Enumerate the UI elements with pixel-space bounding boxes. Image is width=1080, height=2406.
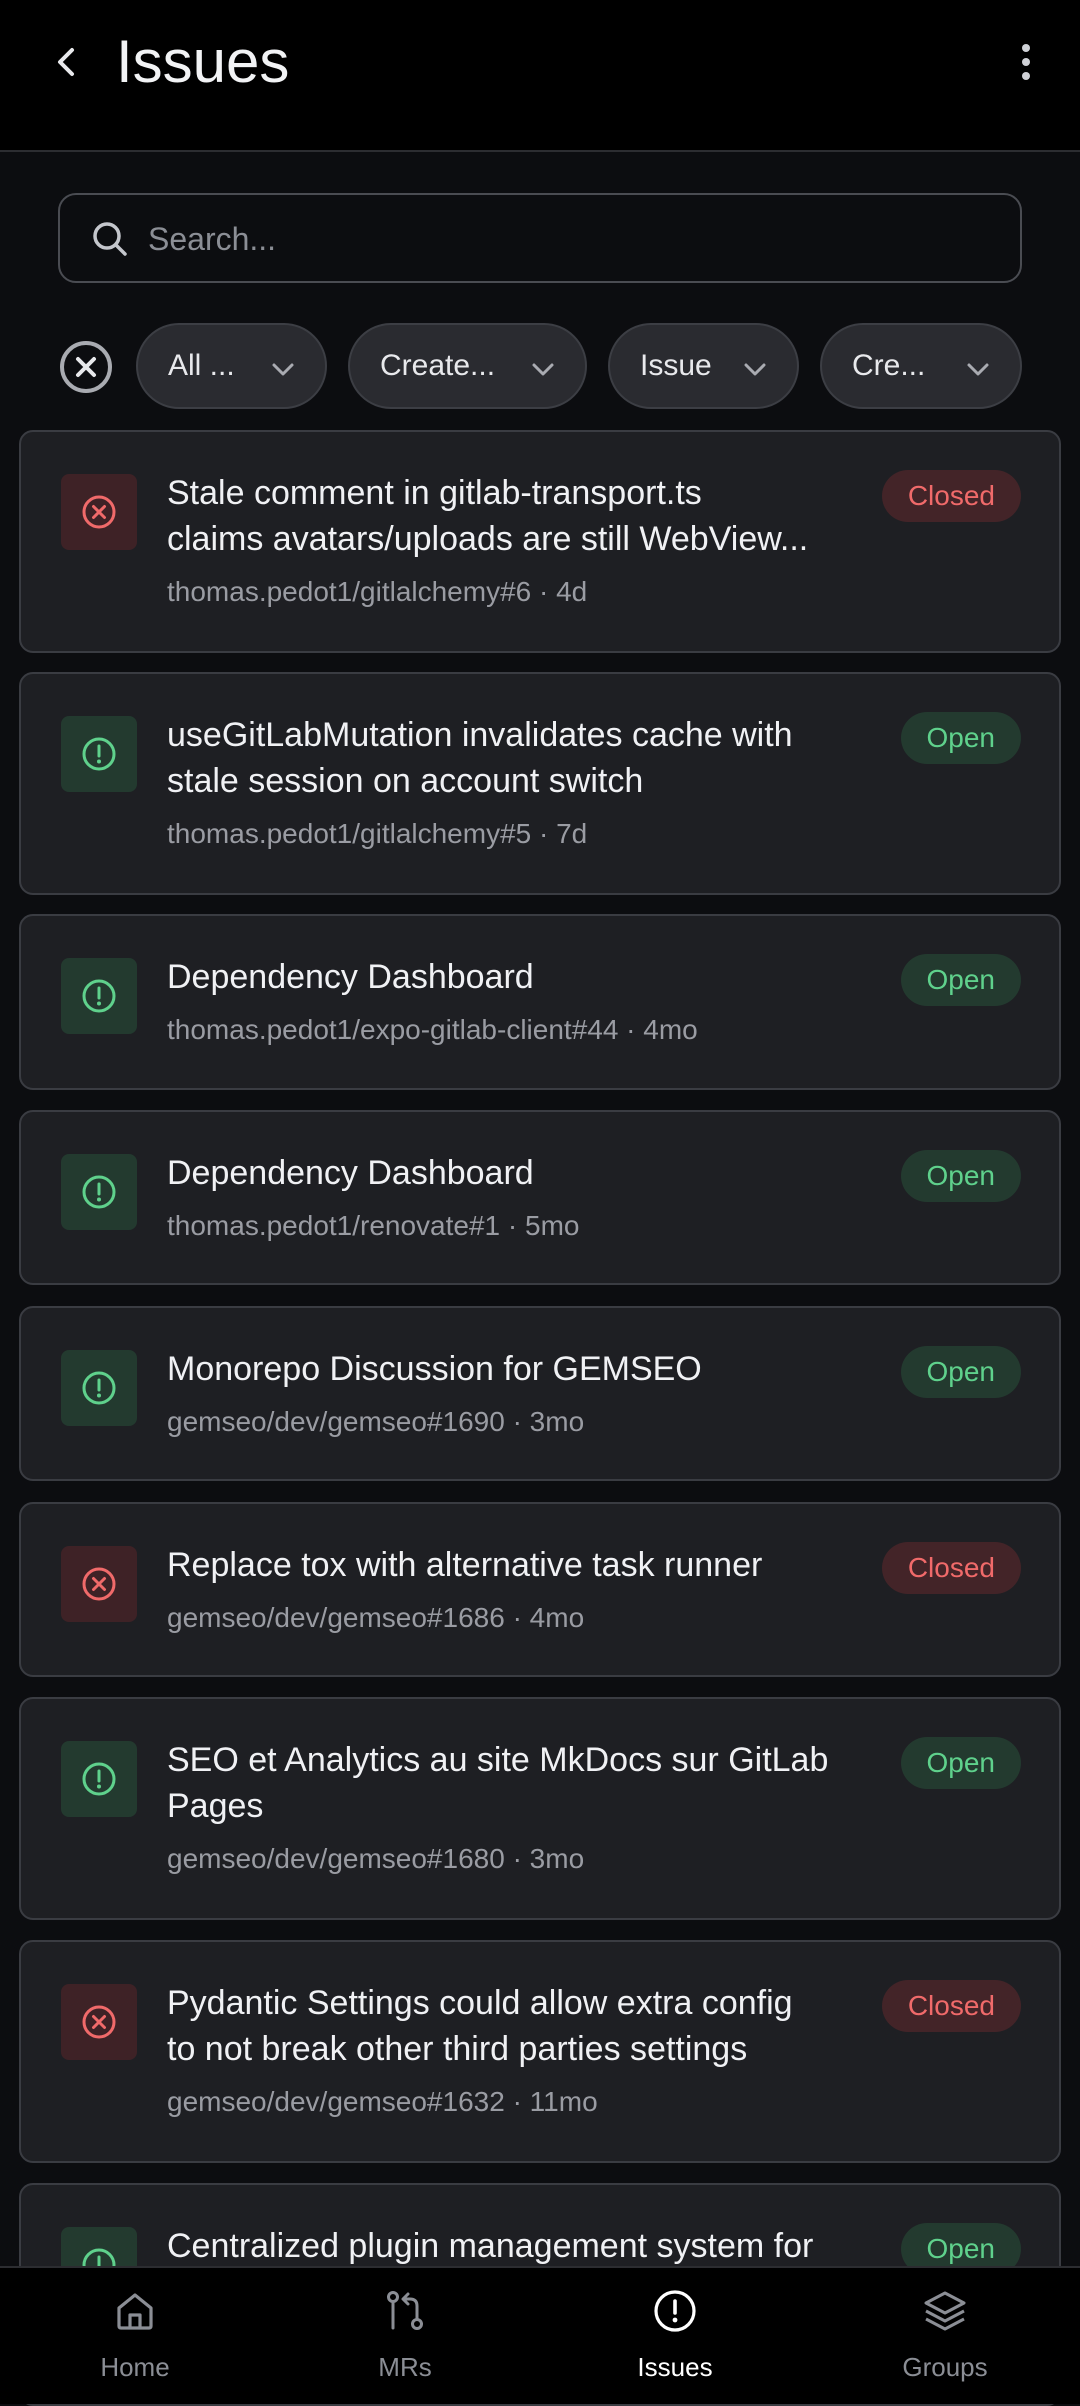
page-title: Issues [116,28,290,95]
home-icon [117,2293,153,2330]
issue-meta: thomas.pedot1/gitlalchemy#6 · 4d [167,576,588,607]
back-button[interactable] [40,36,92,88]
alert-circle-icon [82,979,116,1013]
tab-issues[interactable]: Issues [540,2268,810,2406]
status-icon [61,474,137,550]
issue-title: SEO et Analytics au site MkDocs sur GitL… [167,1737,867,1829]
search-box [58,193,1022,283]
chevron-down-icon [744,363,766,376]
filter-chip-scope[interactable]: All ... [136,323,327,409]
tab-label: Home [100,2352,170,2382]
issue-card[interactable]: Monorepo Discussion for GEMSEO gemseo/de… [19,1306,1061,1481]
issue-meta: gemseo/dev/gemseo#1632 · 11mo [167,2086,598,2117]
issue-title-line: to not break other third parties setting… [167,2030,748,2068]
status-icon [61,1154,137,1230]
issue-card[interactable]: Dependency Dashboard thomas.pedot1/renov… [19,1110,1061,1285]
app-header: Issues [0,0,1080,152]
more-options-button[interactable] [1000,36,1052,88]
issue-title: Dependency Dashboard [167,1154,534,1192]
issue-title-line: Pydantic Settings could allow extra conf… [167,1984,793,2022]
issue-card[interactable]: Dependency Dashboard thomas.pedot1/expo-… [19,914,1061,1090]
chip-label: Cre... [852,349,926,382]
clear-filters-button[interactable] [58,339,114,395]
issue-meta: gemseo/dev/gemseo#1686 · 4mo [167,1602,585,1633]
tab-mrs[interactable]: MRs [270,2268,540,2406]
issue-title: Stale comment in gitlab-transport.ts cla… [167,470,867,562]
more-vertical-icon [1022,44,1030,80]
chip-label: Create... [380,349,496,382]
issue-title: Centralized plugin management system for [167,2227,814,2265]
status-badge: Open [900,1150,1021,1202]
alert-circle-icon [82,737,116,771]
status-badge: Closed [881,470,1021,522]
layers-icon [924,2291,966,2331]
issue-title-line: Pages [167,1787,264,1825]
alert-circle-icon [82,1371,116,1405]
filter-bar: All ... Create... Issue Cre... [0,323,1080,411]
status-icon [61,716,137,792]
issue-card[interactable]: Pydantic Settings could allow extra conf… [19,1940,1061,2163]
issue-card[interactable]: Stale comment in gitlab-transport.ts cla… [19,430,1061,653]
filter-chip-type[interactable]: Issue [608,323,799,409]
status-icon [61,1984,137,2060]
status-icon [61,958,137,1034]
issue-title: Dependency Dashboard [167,958,534,996]
alert-circle-icon [82,1175,116,1209]
issue-title: Monorepo Discussion for GEMSEO [167,1350,702,1388]
chip-label: Issue [640,349,712,382]
bottom-tab-bar: Home MRs Issues Groups [0,2266,1080,2404]
tab-groups[interactable]: Groups [810,2268,1080,2406]
x-circle-icon [82,2005,116,2039]
issue-title: Replace tox with alternative task runner [167,1546,763,1584]
search-input[interactable] [146,209,990,269]
status-icon [61,1741,137,1817]
issue-meta: gemseo/dev/gemseo#1690 · 3mo [167,1406,585,1437]
status-badge: Open [900,712,1021,764]
issue-meta: gemseo/dev/gemseo#1680 · 3mo [167,1843,585,1874]
x-circle-icon [60,341,112,393]
issue-meta: thomas.pedot1/gitlalchemy#5 · 7d [167,818,588,849]
chevron-down-icon [967,363,989,376]
issue-title: useGitLabMutation invalidates cache with… [167,712,867,804]
status-badge: Open [900,1737,1021,1789]
filter-chip-created[interactable]: Create... [348,323,587,409]
tab-label: MRs [378,2352,432,2382]
status-icon [61,1546,137,1622]
issue-title-line: useGitLabMutation invalidates cache with [167,716,793,754]
tab-label: Groups [902,2352,988,2382]
search-icon [93,222,127,256]
status-badge: Closed [881,1980,1021,2032]
status-badge: Open [900,954,1021,1006]
issue-card[interactable]: Replace tox with alternative task runner… [19,1502,1061,1677]
x-circle-icon [82,495,116,529]
tab-label: Issues [637,2352,713,2382]
tab-home[interactable]: Home [0,2268,270,2406]
chevron-down-icon [532,363,554,376]
issue-title-line: SEO et Analytics au site MkDocs sur GitL… [167,1741,829,1779]
issue-card[interactable]: SEO et Analytics au site MkDocs sur GitL… [19,1697,1061,1920]
issue-meta: thomas.pedot1/renovate#1 · 5mo [167,1210,580,1241]
merge-request-icon [387,2291,423,2330]
issue-title-line: Stale comment in gitlab-transport.ts [167,474,702,512]
alert-circle-icon [654,2290,696,2332]
x-circle-icon [82,1567,116,1601]
chevron-left-icon [58,48,74,76]
alert-circle-icon [82,1762,116,1796]
issue-title: Pydantic Settings could allow extra conf… [167,1980,867,2072]
chevron-down-icon [272,363,294,376]
status-badge: Closed [881,1542,1021,1594]
issue-card[interactable]: useGitLabMutation invalidates cache with… [19,672,1061,895]
issue-title-line: stale session on account switch [167,762,644,800]
chip-label: All ... [168,349,235,382]
issue-meta: thomas.pedot1/expo-gitlab-client#44 · 4m… [167,1014,698,1045]
status-icon [61,1350,137,1426]
filter-chip-sort[interactable]: Cre... [820,323,1022,409]
issue-title-line: claims avatars/uploads are still WebView… [167,520,809,558]
status-badge: Open [900,1346,1021,1398]
